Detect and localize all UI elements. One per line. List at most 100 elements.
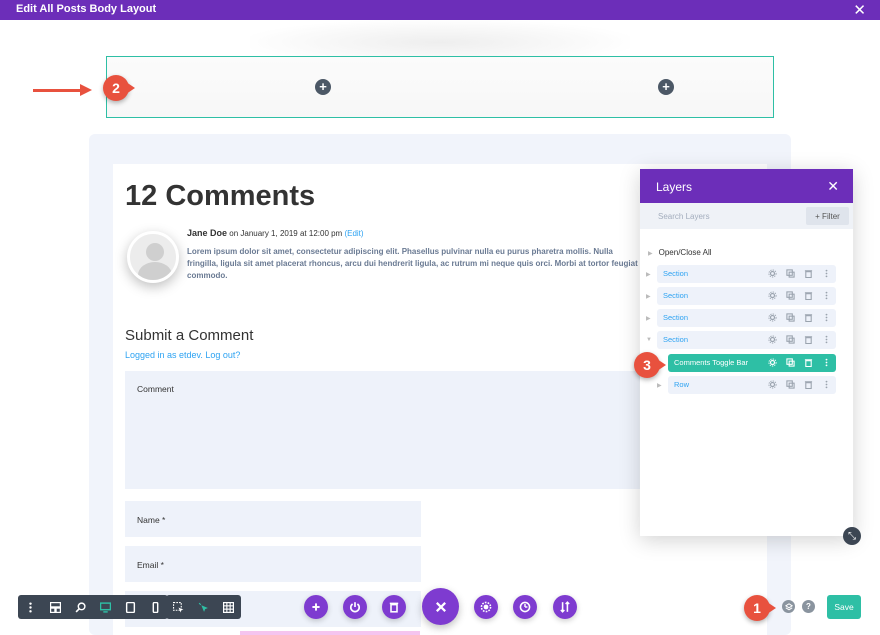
layer-item-label: Comments Toggle Bar (674, 358, 749, 367)
layer-actions (767, 357, 832, 368)
trash-icon[interactable] (803, 268, 814, 279)
layers-icon[interactable] (782, 600, 795, 613)
layer-item-section[interactable]: Section (657, 331, 836, 349)
tablet-icon[interactable] (118, 595, 143, 619)
gear-icon[interactable] (767, 268, 778, 279)
annotation-marker-1: 1 (744, 595, 776, 621)
marker-number: 3 (643, 357, 651, 373)
filter-button[interactable]: + Filter (806, 207, 849, 225)
layer-item-label: Section (663, 269, 689, 278)
open-close-all[interactable]: ▶ Open/Close All (648, 248, 712, 257)
selection-toolbar (166, 595, 241, 619)
wireframe-icon[interactable] (43, 595, 68, 619)
trash-icon[interactable] (803, 334, 814, 345)
marker-number: 2 (112, 80, 120, 96)
trash-icon[interactable] (803, 290, 814, 301)
layer-item-label: Section (663, 291, 689, 300)
drop-zone-indicator (240, 631, 420, 635)
more-icon[interactable] (821, 290, 832, 301)
edit-link[interactable]: (Edit) (344, 229, 363, 238)
duplicate-icon[interactable] (785, 312, 796, 323)
layer-item-comments-toggle-bar[interactable]: Comments Toggle Bar (668, 354, 836, 372)
layer-actions (767, 379, 832, 390)
gear-icon[interactable] (767, 312, 778, 323)
duplicate-icon[interactable] (785, 290, 796, 301)
gear-icon[interactable] (767, 334, 778, 345)
comment-author: Jane Doe (187, 228, 228, 238)
grid-icon[interactable] (216, 595, 241, 619)
avatar-head (146, 243, 164, 261)
help-icon[interactable]: ? (802, 600, 815, 613)
select-icon[interactable] (166, 595, 191, 619)
gear-icon[interactable] (767, 379, 778, 390)
desktop-icon[interactable] (93, 595, 118, 619)
duplicate-icon[interactable] (785, 334, 796, 345)
menu-dots-icon[interactable] (18, 595, 43, 619)
power-icon[interactable] (343, 595, 367, 619)
layers-close-icon[interactable]: ✕ (827, 178, 839, 195)
close-icon[interactable]: ✕ (853, 1, 866, 19)
comment-body: Lorem ipsum dolor sit amet, consectetur … (187, 247, 638, 280)
more-icon[interactable] (821, 268, 832, 279)
pointer-arrow-head (80, 84, 92, 96)
layer-item-section[interactable]: Section (657, 287, 836, 305)
layer-item-label: Section (663, 335, 689, 344)
layers-search-bar: + Filter (640, 203, 853, 229)
more-icon[interactable] (821, 334, 832, 345)
annotation-marker-3: 3 (634, 352, 666, 378)
add-module-button-right[interactable]: + (658, 79, 674, 95)
layer-item-section[interactable]: Section (657, 309, 836, 327)
gear-icon[interactable] (767, 357, 778, 368)
layers-title: Layers (656, 180, 693, 194)
caret-right-icon[interactable]: ▶ (646, 293, 651, 300)
help-label: ? (806, 602, 811, 611)
caret-right-icon[interactable]: ▶ (657, 382, 662, 389)
email-placeholder: Email * (137, 560, 164, 570)
add-module-button-left[interactable]: + (315, 79, 331, 95)
add-icon[interactable] (304, 595, 328, 619)
layers-search-input[interactable] (646, 207, 796, 225)
trash-icon[interactable] (803, 312, 814, 323)
portability-icon[interactable] (553, 595, 577, 619)
layer-item-section[interactable]: Section (657, 265, 836, 283)
comment-textarea[interactable]: Comment (125, 371, 645, 489)
duplicate-icon[interactable] (785, 357, 796, 368)
caret-right-icon[interactable]: ▶ (646, 315, 651, 322)
trash-icon[interactable] (803, 357, 814, 368)
more-icon[interactable] (821, 379, 832, 390)
layers-header: Layers ✕ (640, 169, 853, 203)
click-mode-icon[interactable] (191, 595, 216, 619)
layer-actions (767, 334, 832, 345)
caret-right-icon[interactable]: ▶ (646, 271, 651, 278)
gear-icon[interactable] (767, 290, 778, 301)
resize-icon[interactable]: ⤡ (843, 527, 861, 545)
more-icon[interactable] (821, 312, 832, 323)
email-field[interactable]: Email * (125, 546, 421, 582)
marker-number: 1 (753, 600, 761, 616)
duplicate-icon[interactable] (785, 379, 796, 390)
layer-actions (767, 312, 832, 323)
caret-down-icon[interactable]: ▼ (646, 337, 652, 343)
window-title: Edit All Posts Body Layout (16, 3, 157, 15)
name-field[interactable]: Name * (125, 501, 421, 537)
comment-placeholder: Comment (137, 384, 174, 394)
submit-comment-title: Submit a Comment (125, 327, 254, 344)
phone-icon[interactable] (143, 595, 168, 619)
history-icon[interactable] (513, 595, 537, 619)
zoom-icon[interactable] (68, 595, 93, 619)
pointer-arrow-line (33, 89, 83, 92)
layer-item-label: Section (663, 313, 689, 322)
close-builder-icon[interactable] (422, 588, 459, 625)
open-close-all-label: Open/Close All (658, 248, 712, 257)
settings-gear-icon[interactable] (474, 595, 498, 619)
trash-icon[interactable] (382, 595, 406, 619)
more-icon[interactable] (821, 357, 832, 368)
duplicate-icon[interactable] (785, 268, 796, 279)
trash-icon[interactable] (803, 379, 814, 390)
layer-item-row[interactable]: Row (668, 376, 836, 394)
save-button[interactable]: Save (827, 595, 861, 619)
logged-in-link[interactable]: Logged in as etdev. Log out? (125, 350, 240, 360)
avatar (127, 231, 179, 283)
view-mode-toolbar (18, 595, 168, 619)
name-placeholder: Name * (137, 515, 166, 525)
